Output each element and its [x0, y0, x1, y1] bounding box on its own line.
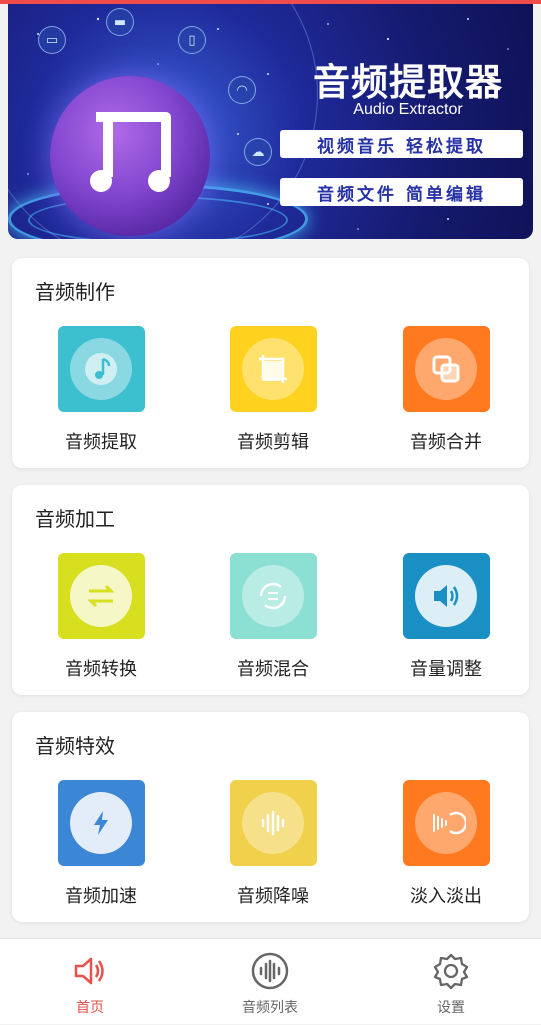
tile-icon-box: [402, 553, 490, 639]
nav-audio-list[interactable]: 音频列表: [200, 939, 340, 1025]
section-audio-effects: 音频特效 音频加速 音频降噪 淡入淡出: [12, 712, 529, 922]
merge-icon: [415, 338, 477, 400]
lightning-icon: [70, 792, 132, 854]
nav-home[interactable]: 首页: [20, 939, 160, 1025]
tile-noise-reduction[interactable]: 音频降噪: [213, 780, 333, 908]
section-title: 音频加工: [35, 507, 115, 531]
tile-fade-in-out[interactable]: 淡入淡出: [386, 780, 506, 908]
app-subtitle: Audio Extractor: [353, 101, 463, 118]
cycle-arrows-icon: [242, 565, 304, 627]
folder-icon: ▬: [106, 8, 134, 36]
nav-settings[interactable]: 设置: [381, 939, 521, 1025]
nav-home-label: 首页: [76, 1000, 104, 1016]
tile-label: 音量调整: [410, 659, 482, 680]
tile-icon-box: [229, 553, 317, 639]
tile-label: 音频混合: [237, 659, 309, 680]
crop-icon: [242, 338, 304, 400]
tile-volume-adjust[interactable]: 音量调整: [386, 553, 506, 681]
tagline-pill-1: 视频音乐 轻松提取: [280, 130, 523, 158]
tile-icon-box: [57, 326, 145, 412]
section-title: 音频制作: [35, 280, 115, 304]
tile-audio-cut[interactable]: 音频剪辑: [213, 326, 333, 454]
waveform-circle-icon: [251, 952, 289, 990]
speaker-icon: [74, 957, 104, 985]
nav-audio-list-label: 音频列表: [242, 1000, 298, 1016]
section-audio-processing: 音频加工 音频转换 音频混合 音量调整: [12, 485, 529, 695]
promo-banner[interactable]: ▭ ▬ ▯ ◠ ☁ 音频提取器 Audio Extractor 视频音乐 轻松提…: [8, 4, 533, 239]
fade-wave-icon: [415, 792, 477, 854]
nav-settings-label: 设置: [437, 1000, 465, 1016]
tile-audio-extract[interactable]: 音频提取: [41, 326, 161, 454]
tile-audio-merge[interactable]: 音频合并: [386, 326, 506, 454]
tile-label: 音频提取: [65, 432, 137, 453]
music-note-icon: [70, 338, 132, 400]
tile-icon-box: [57, 553, 145, 639]
bottom-nav: 首页 音频列表 设置: [0, 938, 541, 1024]
tile-audio-speed[interactable]: 音频加速: [41, 780, 161, 908]
tile-label: 音频加速: [65, 886, 137, 907]
monitor-icon: ▭: [38, 26, 66, 54]
tile-label: 音频转换: [65, 659, 137, 680]
tile-label: 音频合并: [410, 432, 482, 453]
tile-icon-box: [229, 780, 317, 866]
app-title: 音频提取器: [313, 61, 503, 104]
speaker-icon: [415, 565, 477, 627]
tile-icon-box: [402, 780, 490, 866]
phone-icon: ▯: [178, 26, 206, 54]
cloud-icon: ☁: [244, 138, 272, 166]
tile-label: 音频剪辑: [237, 432, 309, 453]
tile-icon-box: [229, 326, 317, 412]
swap-arrows-icon: [70, 565, 132, 627]
tile-label: 淡入淡出: [410, 886, 482, 907]
gear-icon: [433, 953, 469, 990]
music-note-icon: [90, 112, 171, 192]
section-title: 音频特效: [35, 734, 115, 758]
tile-icon-box: [402, 326, 490, 412]
tile-audio-mix[interactable]: 音频混合: [213, 553, 333, 681]
waveform-icon: [242, 792, 304, 854]
tile-label: 音频降噪: [237, 886, 309, 907]
tile-audio-convert[interactable]: 音频转换: [41, 553, 161, 681]
wifi-icon: ◠: [228, 76, 256, 104]
tagline-pill-2: 音频文件 简单编辑: [280, 178, 523, 206]
section-audio-production: 音频制作 音频提取 音频剪辑 音频合并: [12, 258, 529, 468]
tile-icon-box: [57, 780, 145, 866]
